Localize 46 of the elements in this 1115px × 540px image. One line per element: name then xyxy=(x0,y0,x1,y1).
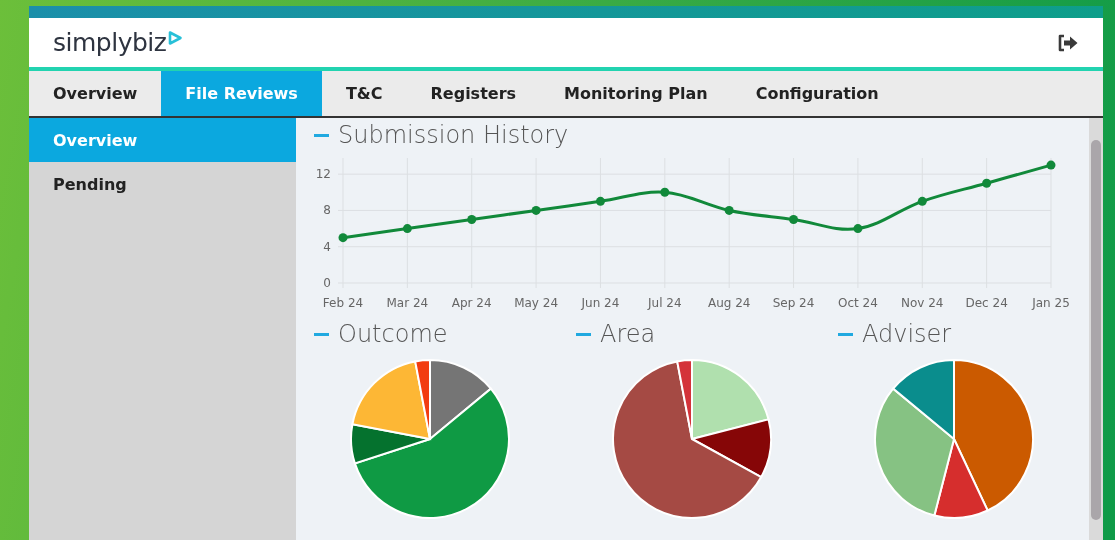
play-icon xyxy=(167,30,184,46)
point xyxy=(982,178,992,188)
point xyxy=(531,205,541,215)
axis-label: Oct 24 xyxy=(838,296,878,310)
point xyxy=(402,224,412,234)
dash-icon xyxy=(838,332,853,336)
dash-icon xyxy=(576,332,591,336)
axis-label: Mar 24 xyxy=(386,296,429,310)
nav-tab[interactable]: Monitoring Plan xyxy=(540,71,732,116)
logo-text: simplybiz xyxy=(53,28,167,57)
nav-tab[interactable]: Registers xyxy=(406,71,541,116)
dash-icon xyxy=(314,332,329,336)
axis-label: Jun 24 xyxy=(581,296,620,310)
sidebar-item[interactable]: Pending xyxy=(29,162,296,206)
axis-label: 4 xyxy=(323,239,331,254)
nav-tab[interactable]: Overview xyxy=(29,71,162,116)
section-title: Outcome xyxy=(338,320,448,348)
logout-icon[interactable] xyxy=(1057,33,1079,52)
scrollbar-thumb[interactable] xyxy=(1091,140,1101,520)
axis-label: Dec 24 xyxy=(965,296,1008,310)
axis-label: Nov 24 xyxy=(901,296,944,310)
nav-tab[interactable]: T&C xyxy=(321,71,407,116)
axis-label: 0 xyxy=(323,276,331,290)
nav-tab[interactable]: Configuration xyxy=(731,71,903,116)
point xyxy=(917,196,927,206)
section-title: Area xyxy=(600,320,656,348)
axis-label: Aug 24 xyxy=(707,296,751,310)
point xyxy=(1046,160,1056,170)
point xyxy=(724,205,734,215)
axis-label: Apr 24 xyxy=(451,296,492,310)
point xyxy=(789,215,799,224)
axis-label: Sep 24 xyxy=(772,296,815,310)
dash-icon xyxy=(314,133,329,137)
point xyxy=(660,187,670,197)
section-title: Submission History xyxy=(338,121,569,149)
point xyxy=(467,215,477,224)
point xyxy=(338,233,348,243)
point xyxy=(853,224,863,234)
axis-label: 12 xyxy=(315,167,331,182)
axis-label: May 24 xyxy=(514,296,559,310)
axis-label: Jan 25 xyxy=(1032,296,1070,310)
axis-label: Jul 24 xyxy=(648,296,682,310)
point xyxy=(595,196,605,206)
axis-label: 8 xyxy=(323,203,331,218)
axis-label: Feb 24 xyxy=(322,296,364,310)
section-title: Adviser xyxy=(862,320,952,348)
